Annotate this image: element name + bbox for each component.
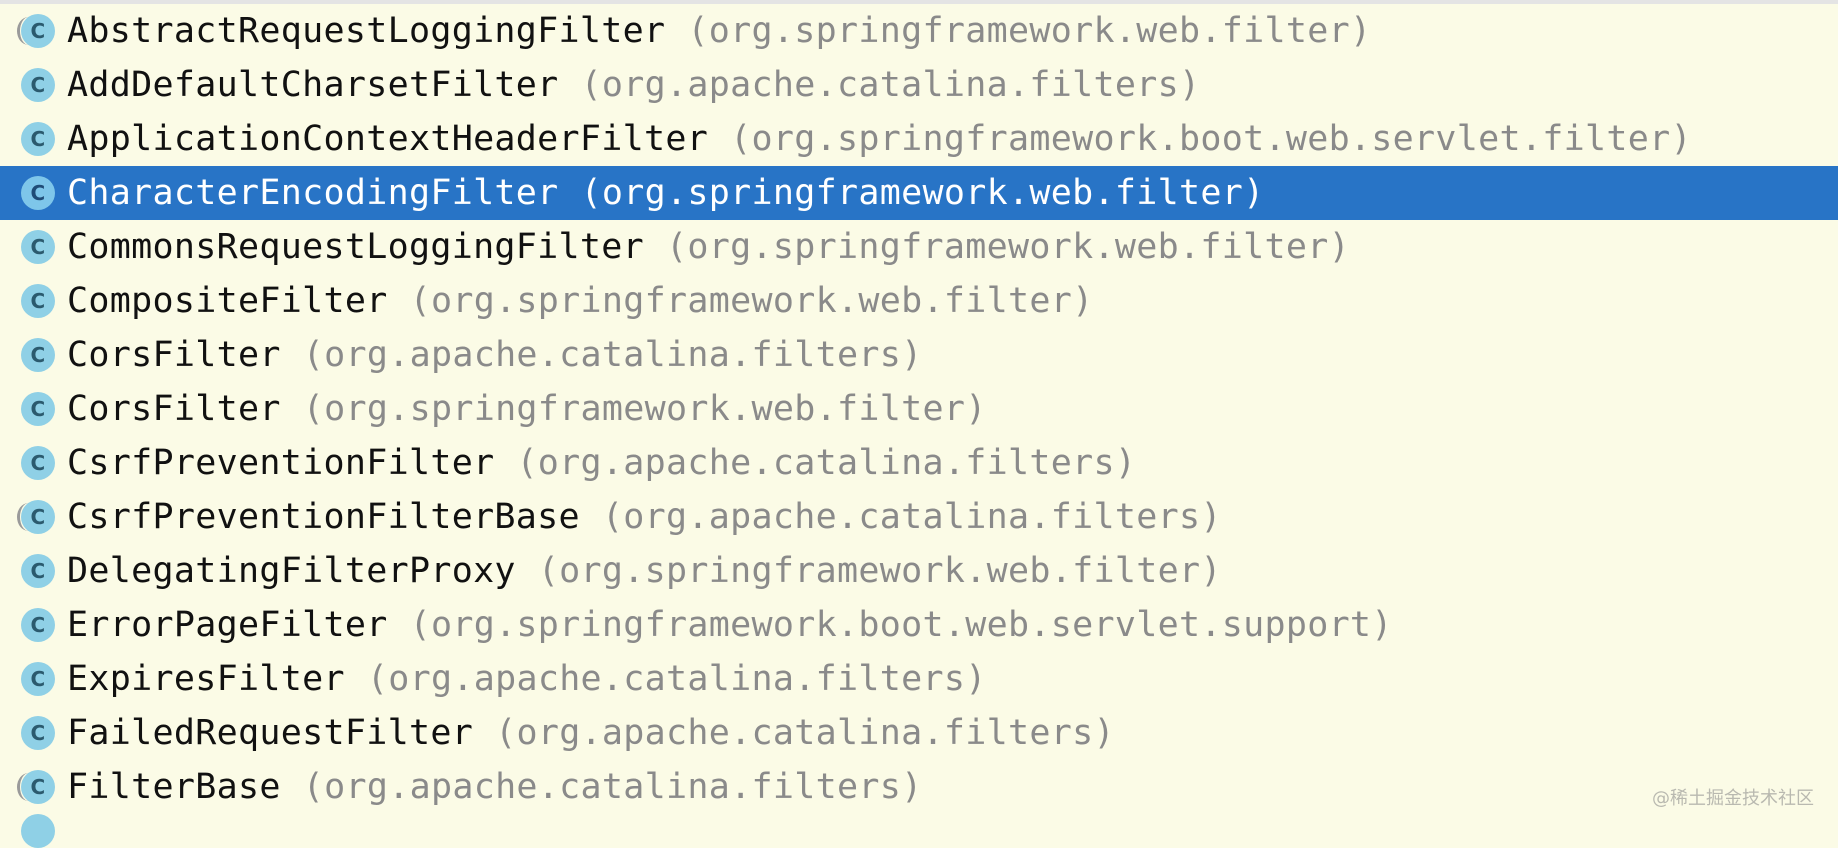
class-icon: C — [21, 608, 55, 642]
list-item[interactable]: C ExpiresFilter (org.apache.catalina.filte… — [0, 652, 1838, 706]
package-name: (org.springframework.boot.web.servlet.su… — [410, 605, 1393, 645]
list-item[interactable]: C CorsFilter (org.apache.catalina.filters) — [0, 328, 1838, 382]
list-item[interactable]: C CompositeFilter (org.springframework.web… — [0, 274, 1838, 328]
list-item[interactable]: C AddDefaultCharsetFilter (org.apache.cata… — [0, 58, 1838, 112]
class-name: AddDefaultCharsetFilter — [67, 65, 559, 105]
class-icon: C — [21, 446, 55, 480]
list-item[interactable]: C FailedRequestFilter (org.apache.catalina… — [0, 706, 1838, 760]
class-name: CsrfPreventionFilter — [67, 443, 494, 483]
list-item[interactable]: C CommonsRequestLoggingFilter (org.springf… — [0, 220, 1838, 274]
class-name: ExpiresFilter — [67, 659, 345, 699]
class-icon — [21, 814, 55, 848]
list-item-selected[interactable]: C CharacterEncodingFilter (org.springframe… — [0, 166, 1838, 220]
package-name: (org.apache.catalina.filters) — [495, 713, 1115, 753]
class-icon: C — [21, 716, 55, 750]
class-abstract-icon: C — [21, 500, 55, 534]
package-name: (org.apache.catalina.filters) — [581, 65, 1201, 105]
class-icon: C — [21, 230, 55, 264]
class-name: AbstractRequestLoggingFilter — [67, 11, 665, 51]
package-name: (org.springframework.web.filter) — [410, 281, 1094, 321]
class-name: FilterBase — [67, 767, 281, 807]
class-name: ApplicationContextHeaderFilter — [67, 119, 708, 159]
class-name: CsrfPreventionFilterBase — [67, 497, 580, 537]
class-icon: C — [21, 338, 55, 372]
class-icon: C — [21, 122, 55, 156]
package-name: (org.springframework.web.filter) — [303, 389, 987, 429]
class-icon: C — [21, 68, 55, 102]
package-name: (org.apache.catalina.filters) — [516, 443, 1136, 483]
class-icon: C — [21, 176, 55, 210]
class-icon: C — [21, 284, 55, 318]
package-name: (org.apache.catalina.filters) — [303, 335, 923, 375]
package-name: (org.springframework.web.filter) — [687, 11, 1371, 51]
completion-list[interactable]: C AbstractRequestLoggingFilter (org.spring… — [0, 4, 1838, 814]
class-name: CompositeFilter — [67, 281, 388, 321]
package-name: (org.apache.catalina.filters) — [303, 767, 923, 807]
list-item[interactable]: C ErrorPageFilter (org.springframework.boo… — [0, 598, 1838, 652]
list-item[interactable]: C CorsFilter (org.springframework.web.filt… — [0, 382, 1838, 436]
package-name: (org.springframework.web.filter) — [538, 551, 1222, 591]
class-icon: C — [21, 392, 55, 426]
list-item[interactable]: C AbstractRequestLoggingFilter (org.spring… — [0, 4, 1838, 58]
class-icon: C — [21, 554, 55, 588]
class-name: CommonsRequestLoggingFilter — [67, 227, 644, 267]
class-icon: C — [21, 662, 55, 696]
list-item[interactable]: C DelegatingFilterProxy (org.springframewo… — [0, 544, 1838, 598]
package-name: (org.apache.catalina.filters) — [367, 659, 987, 699]
class-abstract-icon: C — [21, 770, 55, 804]
list-item[interactable]: C ApplicationContextHeaderFilter (org.spri… — [0, 112, 1838, 166]
class-abstract-icon: C — [21, 14, 55, 48]
class-name: CorsFilter — [67, 389, 281, 429]
class-name: ErrorPageFilter — [67, 605, 388, 645]
class-name: FailedRequestFilter — [67, 713, 473, 753]
list-item-partial[interactable] — [0, 814, 1838, 848]
list-item[interactable]: C FilterBase (org.apache.catalina.filters) — [0, 760, 1838, 814]
list-item[interactable]: C CsrfPreventionFilterBase (org.apache.cat… — [0, 490, 1838, 544]
class-name: DelegatingFilterProxy — [67, 551, 516, 591]
class-name: CorsFilter — [67, 335, 281, 375]
class-name: CharacterEncodingFilter — [67, 173, 559, 213]
package-name: (org.springframework.boot.web.servlet.fi… — [730, 119, 1692, 159]
watermark: @稀土掘金技术社区 — [1652, 784, 1814, 810]
package-name: (org.apache.catalina.filters) — [602, 497, 1222, 537]
package-name: (org.springframework.web.filter) — [581, 173, 1265, 213]
list-item[interactable]: C CsrfPreventionFilter (org.apache.catalin… — [0, 436, 1838, 490]
package-name: (org.springframework.web.filter) — [666, 227, 1350, 267]
